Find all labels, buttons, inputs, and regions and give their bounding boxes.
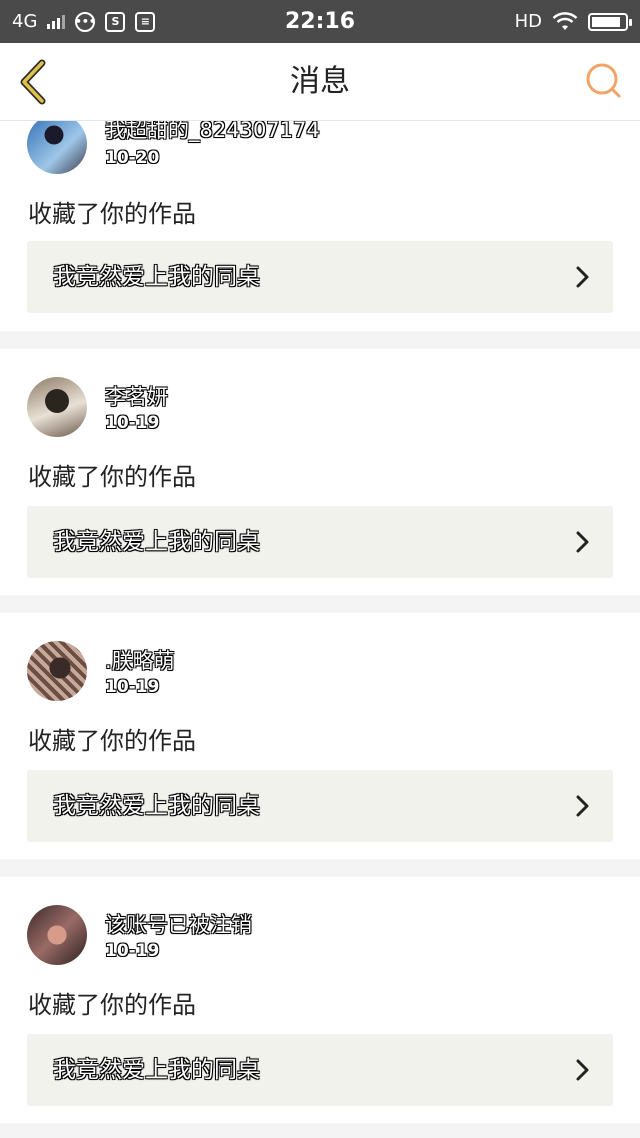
avatar[interactable]: [27, 641, 87, 701]
username[interactable]: 我超甜的_824307174: [105, 121, 320, 144]
avatar[interactable]: [27, 377, 87, 437]
work-title: 我竟然爱上我的同桌: [53, 264, 260, 290]
work-title: 我竟然爱上我的同桌: [53, 793, 260, 819]
wifi-icon: [552, 11, 578, 30]
work-link[interactable]: 我竟然爱上我的同桌: [27, 241, 613, 313]
avatar[interactable]: [27, 905, 87, 965]
work-link[interactable]: 我竟然爱上我的同桌: [27, 770, 613, 842]
chat-bubble-icon: •••: [75, 11, 96, 32]
work-link[interactable]: 我竟然爱上我的同桌: [27, 506, 613, 578]
battery-icon: [588, 12, 632, 31]
username[interactable]: .朕略萌: [105, 645, 175, 675]
message-item: .朕略萌 10-19 收藏了你的作品 我竟然爱上我的同桌: [0, 613, 640, 859]
action-text: 收藏了你的作品: [28, 463, 196, 491]
status-left: 4G ••• S ≡: [12, 11, 272, 32]
s-app-icon: S: [105, 11, 126, 32]
signal-icon: [47, 14, 66, 29]
action-text: 收藏了你的作品: [28, 991, 196, 1019]
work-title: 我竟然爱上我的同桌: [53, 529, 260, 555]
message-date: 10-19: [105, 677, 160, 697]
action-text: 收藏了你的作品: [28, 727, 196, 755]
search-icon: [586, 63, 621, 98]
action-text: 收藏了你的作品: [28, 200, 196, 228]
status-right: HD: [368, 11, 632, 32]
status-time: 22:16: [284, 9, 356, 34]
message-item: 该账号已被注销 10-19 收藏了你的作品 我竟然爱上我的同桌: [0, 877, 640, 1123]
nav-bar: 消息: [0, 43, 640, 121]
message-list: 我超甜的_824307174 10-20 收藏了你的作品 我竟然爱上我的同桌 李…: [0, 121, 640, 1138]
search-button[interactable]: [584, 61, 624, 101]
back-button[interactable]: [14, 57, 54, 107]
message-date: 10-19: [105, 941, 160, 961]
chevron-right-icon: [576, 266, 589, 288]
chevron-right-icon: [576, 531, 589, 553]
message-date: 10-20: [105, 148, 160, 168]
hd-label: HD: [514, 11, 542, 32]
chevron-right-icon: [576, 795, 589, 817]
message-item: 李茗妍 10-19 收藏了你的作品 我竟然爱上我的同桌: [0, 349, 640, 595]
chevron-left-icon: [20, 59, 46, 105]
work-link[interactable]: 我竟然爱上我的同桌: [27, 1034, 613, 1106]
work-title: 我竟然爱上我的同桌: [53, 1057, 260, 1083]
network-type: 4G: [12, 11, 38, 32]
message-date: 10-19: [105, 413, 160, 433]
page-title: 消息: [290, 64, 350, 99]
status-bar: 4G ••• S ≡ 22:16 HD: [0, 0, 640, 43]
chevron-right-icon: [576, 1059, 589, 1081]
avatar[interactable]: [27, 121, 87, 174]
username[interactable]: 李茗妍: [105, 381, 168, 411]
news-icon: ≡: [135, 11, 156, 32]
message-item: 我超甜的_824307174 10-20 收藏了你的作品 我竟然爱上我的同桌: [0, 121, 640, 331]
username[interactable]: 该账号已被注销: [105, 909, 252, 939]
